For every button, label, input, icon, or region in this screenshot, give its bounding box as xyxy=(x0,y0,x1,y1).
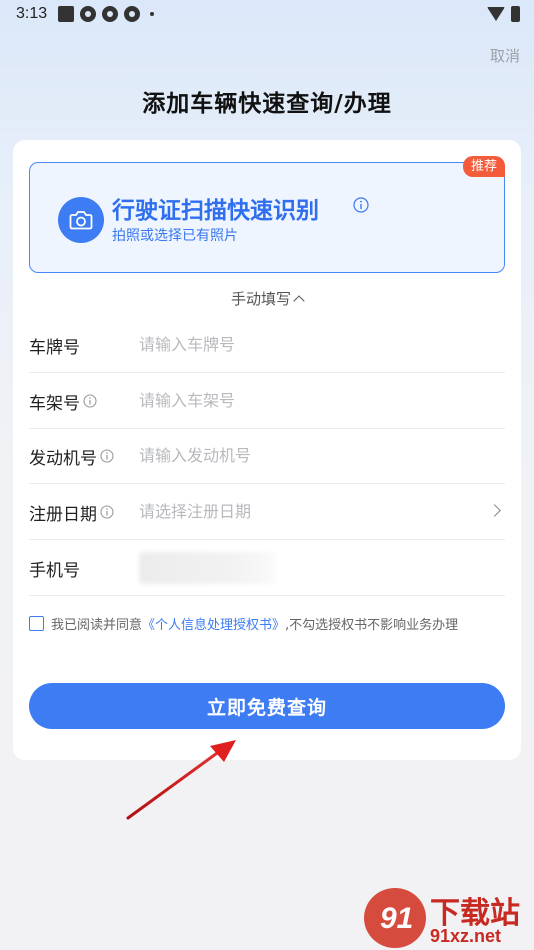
plate-number-row: 车牌号 xyxy=(29,317,505,373)
agreement-text: 我已阅读并同意《个人信息处理授权书》,不勾选授权书不影响业务办理 xyxy=(51,614,491,637)
watermark-logo: 91 xyxy=(364,888,426,948)
page-title: 添加车辆快速查询/办理 xyxy=(142,91,392,117)
license-scan-button[interactable]: 推荐 行驶证扫描快速识别 拍照或选择已有照片 xyxy=(29,156,505,273)
scan-subtitle: 拍照或选择已有照片 xyxy=(112,228,238,244)
registration-date-picker[interactable] xyxy=(139,498,479,524)
watermark-logo-text: 91 xyxy=(380,902,414,935)
phone-input[interactable] xyxy=(139,552,275,584)
notification-icons xyxy=(58,6,154,22)
chevron-right-icon xyxy=(488,504,501,517)
scan-title: 行驶证扫描快速识别 xyxy=(112,198,319,224)
engine-number-label: 发动机号 xyxy=(29,449,97,469)
info-icon[interactable] xyxy=(83,393,97,412)
engine-number-row: 发动机号 xyxy=(29,428,505,484)
chrome-notification-icon xyxy=(124,6,140,22)
status-bar: 3:13 xyxy=(0,0,534,28)
app-notification-icon xyxy=(58,6,74,22)
recommended-badge: 推荐 xyxy=(462,156,505,177)
wifi-icon xyxy=(487,7,505,21)
vin-input[interactable] xyxy=(139,387,479,413)
registration-date-row[interactable]: 注册日期 xyxy=(29,484,505,540)
vin-row: 车架号 xyxy=(29,373,505,429)
plate-number-input[interactable] xyxy=(139,331,479,357)
phone-row: 手机号 xyxy=(29,540,505,596)
info-icon[interactable] xyxy=(100,504,114,523)
authorization-doc-link[interactable]: 《个人信息处理授权书》 xyxy=(142,618,285,633)
battery-icon xyxy=(511,6,520,22)
agreement-checkbox[interactable] xyxy=(29,616,44,631)
plate-number-label: 车牌号 xyxy=(29,338,80,358)
more-notifications-icon xyxy=(150,12,154,16)
free-query-button[interactable]: 立即免费查询 xyxy=(29,683,505,729)
manual-entry-label: 手动填写 xyxy=(230,290,291,308)
manual-entry-toggle[interactable]: 手动填写 xyxy=(13,288,521,309)
chrome-notification-icon xyxy=(80,6,96,22)
annotation-arrow xyxy=(126,740,236,820)
camera-icon xyxy=(58,197,104,243)
site-watermark: 91 下载站 91xz.net xyxy=(360,884,534,950)
vin-label: 车架号 xyxy=(29,394,80,414)
watermark-url: 91xz.net xyxy=(430,926,502,946)
chevron-up-icon xyxy=(293,295,305,307)
agreement-suffix: ,不勾选授权书不影响业务办理 xyxy=(285,618,459,633)
system-icons xyxy=(487,6,520,22)
phone-label: 手机号 xyxy=(29,561,80,581)
chrome-notification-icon xyxy=(102,6,118,22)
info-icon[interactable] xyxy=(100,448,114,467)
registration-date-label: 注册日期 xyxy=(29,505,97,525)
engine-number-input[interactable] xyxy=(139,442,479,468)
vehicle-form-card: 推荐 行驶证扫描快速识别 拍照或选择已有照片 手动填写 车牌号 车架号 发动机号 xyxy=(13,140,521,760)
status-time: 3:13 xyxy=(16,5,48,22)
info-icon[interactable] xyxy=(353,197,369,217)
agreement-prefix: 我已阅读并同意 xyxy=(51,618,143,633)
cancel-button[interactable]: 取消 xyxy=(490,45,520,66)
